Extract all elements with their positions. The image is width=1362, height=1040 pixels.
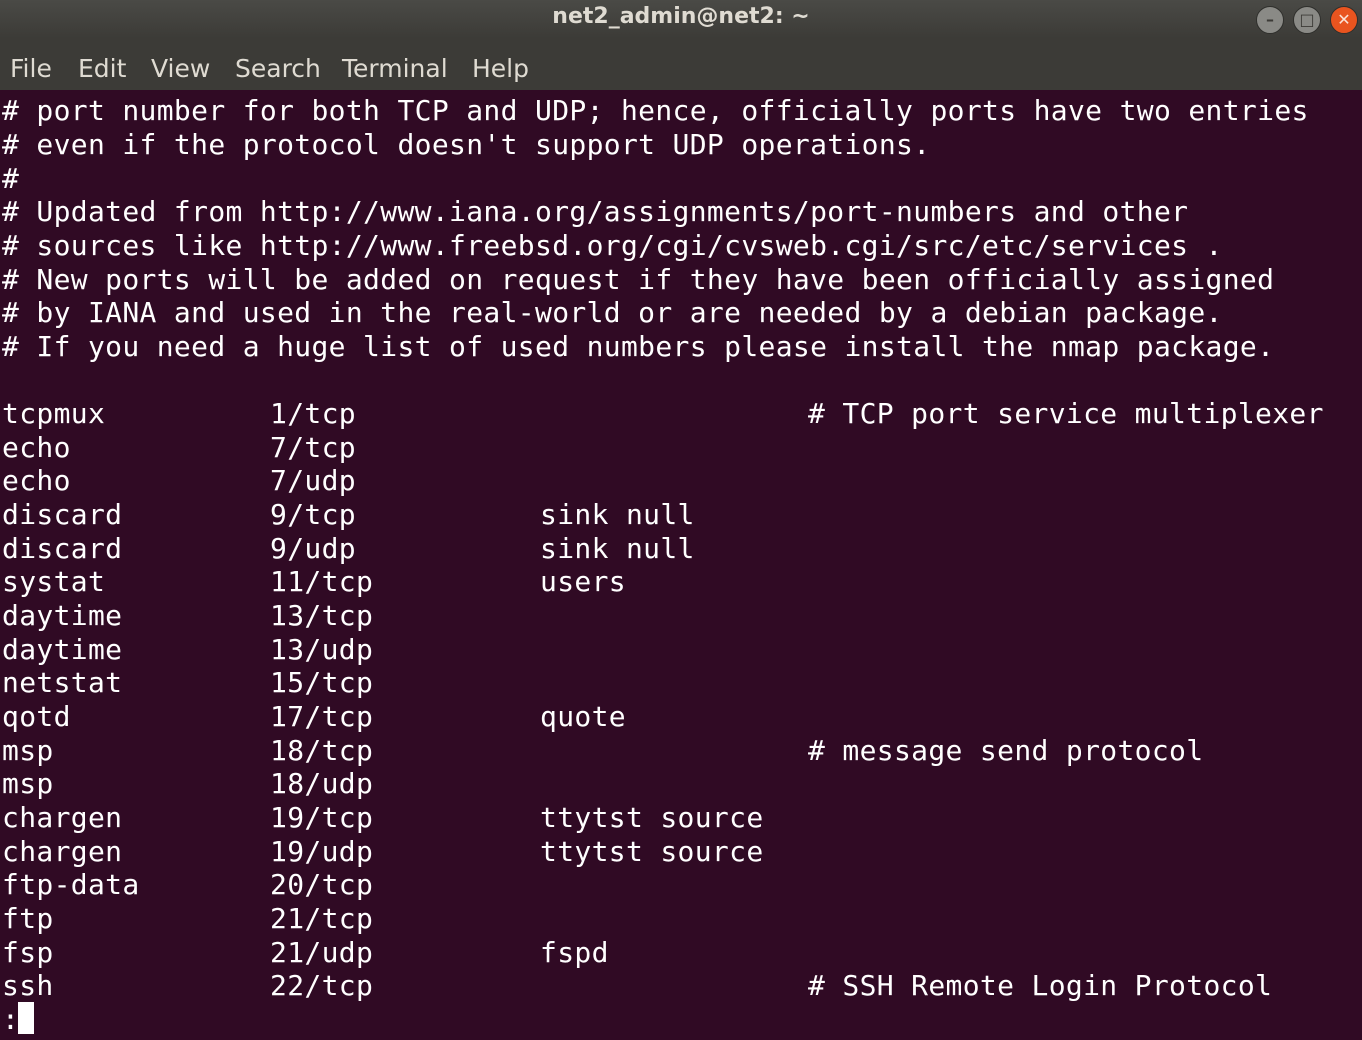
minimize-icon: – (1266, 10, 1274, 29)
service-row: echo 7/udp (2, 464, 356, 498)
comment-line: # even if the protocol doesn't support U… (2, 128, 931, 161)
menu-help[interactable]: Help (472, 53, 529, 85)
service-aliases: ttytst source (540, 835, 764, 868)
service-name: tcpmux (2, 397, 106, 430)
service-name: fsp (2, 936, 54, 969)
service-row: msp 18/udp (2, 767, 373, 801)
service-port: 15/tcp (270, 666, 374, 699)
maximize-icon: □ (1299, 10, 1315, 29)
service-name: echo (2, 464, 71, 497)
service-comment: # TCP port service multiplexer (808, 397, 1324, 430)
close-icon: ✕ (1337, 10, 1351, 29)
service-aliases: fspd (540, 936, 609, 969)
service-row: ftp-data 20/tcp (2, 868, 373, 902)
window-title: net2_admin@net2: ~ (552, 4, 810, 29)
service-aliases: sink null (540, 532, 695, 565)
service-name: discard (2, 532, 123, 565)
service-row: qotd 17/tcp quote (2, 700, 626, 734)
comment-line: # sources like http://www.freebsd.org/cg… (2, 229, 1223, 262)
service-name: chargen (2, 835, 123, 868)
service-port: 18/udp (270, 767, 374, 800)
service-aliases: ttytst source (540, 801, 764, 834)
service-port: 18/tcp (270, 734, 374, 767)
service-port: 13/udp (270, 633, 374, 666)
service-row: daytime 13/tcp (2, 599, 373, 633)
text-cursor (18, 1002, 34, 1034)
service-comment: # message send protocol (808, 734, 1204, 767)
service-port: 7/udp (270, 464, 356, 497)
comment-line: # by IANA and used in the real-world or … (2, 296, 1223, 329)
service-port: 21/udp (270, 936, 374, 969)
service-port: 22/tcp (270, 969, 374, 1002)
service-name: msp (2, 767, 54, 800)
service-row: ssh 22/tcp # SSH Remote Login Protocol (2, 969, 1272, 1003)
service-port: 13/tcp (270, 599, 374, 632)
service-row: ftp 21/tcp (2, 902, 373, 936)
menu-search[interactable]: Search (235, 53, 321, 85)
service-row: netstat 15/tcp (2, 666, 373, 700)
service-row: echo 7/tcp (2, 431, 356, 465)
terminal-output[interactable]: # port number for both TCP and UDP; henc… (0, 90, 1362, 1040)
service-row: discard 9/udp sink null (2, 532, 694, 566)
service-port: 17/tcp (270, 700, 374, 733)
service-name: ftp (2, 902, 54, 935)
service-port: 19/tcp (270, 801, 374, 834)
service-name: ssh (2, 969, 54, 1002)
service-aliases: sink null (540, 498, 695, 531)
service-name: discard (2, 498, 123, 531)
service-name: daytime (2, 633, 123, 666)
comment-line: # (2, 162, 20, 195)
service-port: 11/tcp (270, 565, 374, 598)
service-name: systat (2, 565, 106, 598)
menu-terminal[interactable]: Terminal (342, 53, 448, 85)
comment-line: # port number for both TCP and UDP; henc… (2, 94, 1309, 127)
service-port: 19/udp (270, 835, 374, 868)
service-row: systat 11/tcp users (2, 565, 626, 599)
service-row: daytime 13/udp (2, 633, 373, 667)
service-name: msp (2, 734, 54, 767)
service-row: chargen 19/udp ttytst source (2, 835, 763, 869)
service-name: echo (2, 431, 71, 464)
service-row: discard 9/tcp sink null (2, 498, 694, 532)
service-name: ftp-data (2, 868, 140, 901)
service-port: 9/udp (270, 532, 356, 565)
service-aliases: users (540, 565, 626, 598)
menu-file[interactable]: File (10, 53, 52, 85)
minimize-button[interactable]: – (1256, 6, 1284, 34)
service-aliases: quote (540, 700, 626, 733)
menu-view[interactable]: View (151, 53, 210, 85)
maximize-button[interactable]: □ (1293, 6, 1321, 34)
service-name: chargen (2, 801, 123, 834)
close-button[interactable]: ✕ (1330, 6, 1358, 34)
service-port: 9/tcp (270, 498, 356, 531)
service-port: 21/tcp (270, 902, 374, 935)
menu-bar: File Edit View Search Terminal Help (0, 38, 1362, 90)
menu-edit[interactable]: Edit (78, 53, 126, 85)
title-bar[interactable]: net2_admin@net2: ~ – □ ✕ (0, 0, 1362, 38)
service-row: msp 18/tcp # message send protocol (2, 734, 1203, 768)
pager-prompt[interactable]: : (2, 1003, 19, 1037)
service-port: 1/tcp (270, 397, 356, 430)
comment-line: # Updated from http://www.iana.org/assig… (2, 195, 1189, 228)
service-row: chargen 19/tcp ttytst source (2, 801, 763, 835)
service-row: tcpmux 1/tcp # TCP port service multiple… (2, 397, 1323, 431)
comment-line: # If you need a huge list of used number… (2, 330, 1275, 363)
service-port: 20/tcp (270, 868, 374, 901)
service-port: 7/tcp (270, 431, 356, 464)
terminal-window: net2_admin@net2: ~ – □ ✕ File Edit View … (0, 0, 1362, 1040)
service-row: fsp 21/udp fspd (2, 936, 608, 970)
comment-line: # New ports will be added on request if … (2, 263, 1275, 296)
service-name: daytime (2, 599, 123, 632)
service-comment: # SSH Remote Login Protocol (808, 969, 1273, 1002)
service-name: netstat (2, 666, 123, 699)
service-name: qotd (2, 700, 71, 733)
